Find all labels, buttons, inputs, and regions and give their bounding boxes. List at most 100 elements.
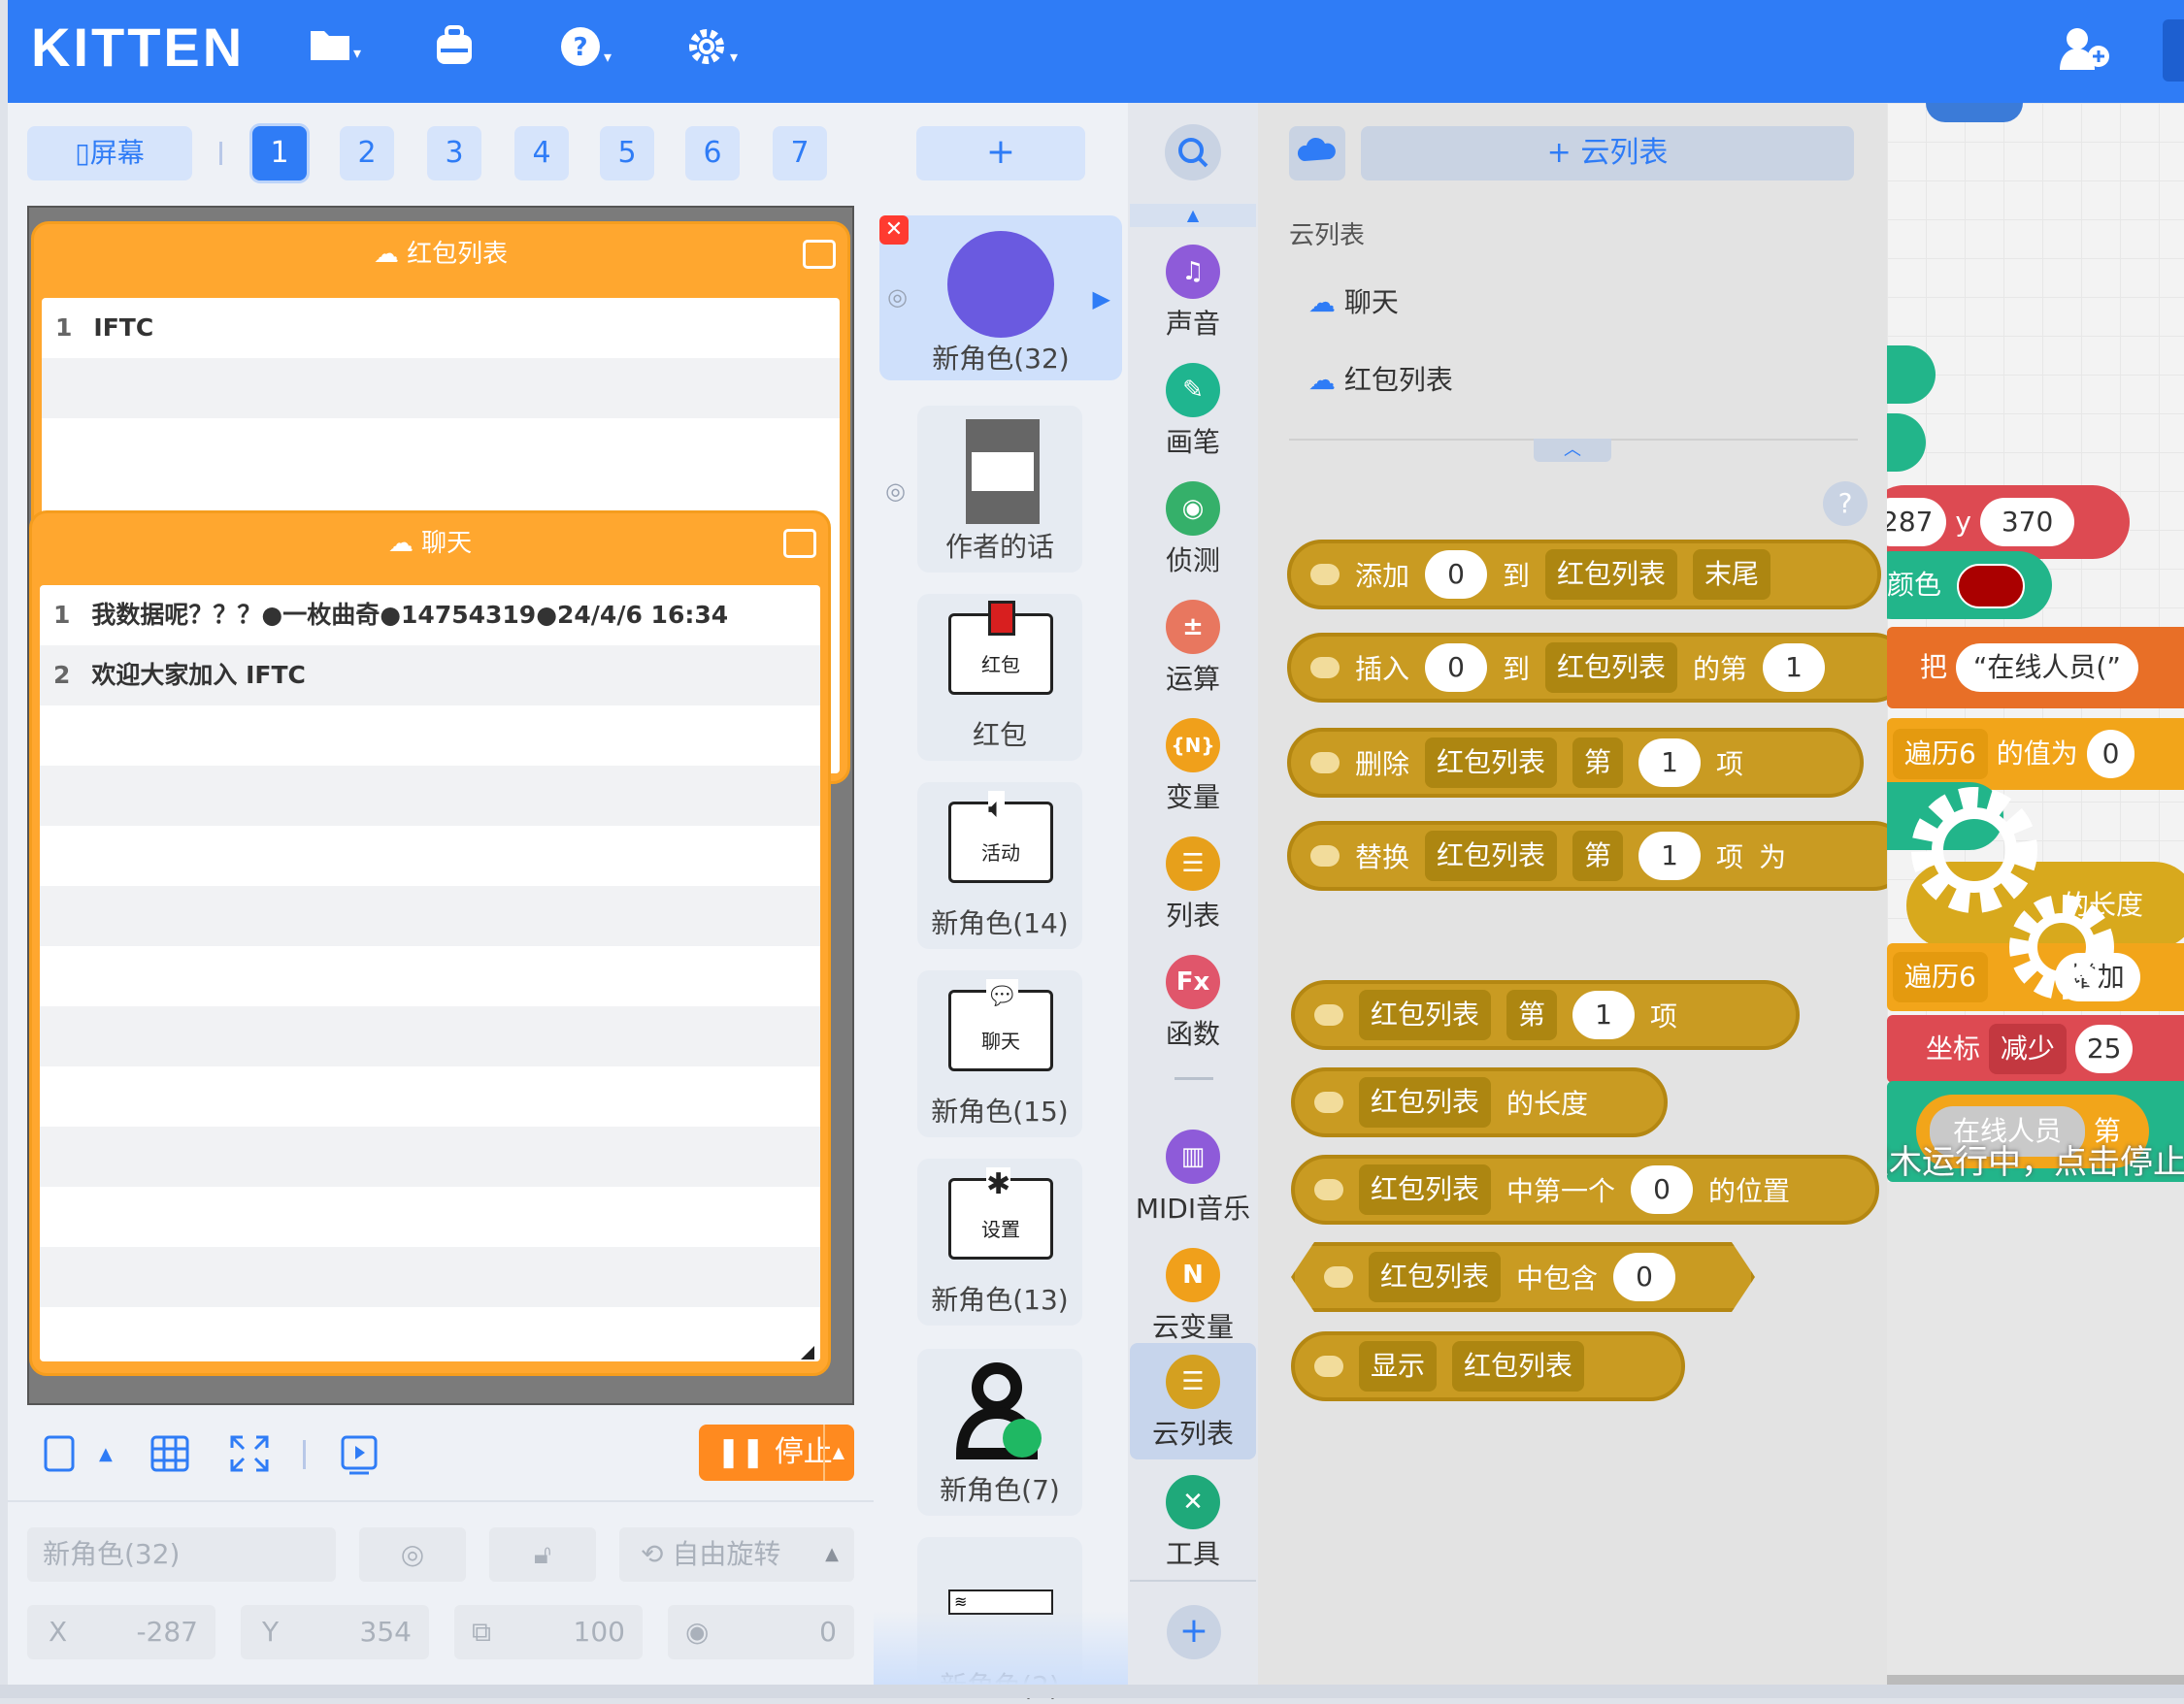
cloud-icon <box>1310 752 1340 773</box>
sprite-card[interactable]: 🔈︎ 活动 新角色(14) <box>917 782 1082 949</box>
piano-icon: ▥ <box>1166 1130 1220 1184</box>
category-sound[interactable]: ♫ 声音 <box>1130 233 1256 349</box>
cloud-icon <box>1314 1179 1343 1200</box>
stage-size-icon[interactable] <box>43 1434 76 1482</box>
code-block-loop[interactable]: 遍历6 的值为 0 <box>1887 718 2184 790</box>
direction-field[interactable]: ◉ 0 <box>668 1605 854 1659</box>
size-field[interactable]: ⧉ 100 <box>454 1605 643 1659</box>
sprite-thumbnail <box>947 231 1054 338</box>
code-block-coord[interactable]: 坐标 减少 25 <box>1887 1015 2184 1083</box>
caret-up-icon[interactable]: ▲ <box>99 1444 113 1464</box>
folder-menu-icon[interactable]: ▾ <box>309 25 361 79</box>
search-icon[interactable] <box>1165 124 1221 180</box>
category-operators[interactable]: ± 运算 <box>1130 588 1256 705</box>
category-cloud-lists[interactable]: ☰ 云列表 <box>1130 1343 1256 1459</box>
delete-sprite-icon[interactable]: ✕ <box>879 215 909 245</box>
rotation-mode-select[interactable]: ⟲ 自由旋转 ▲ <box>619 1527 854 1582</box>
list-monitor-header: ☁ 红包列表 <box>373 240 509 269</box>
block-delete-from-list[interactable]: 删除 红包列表第 1 项 <box>1287 728 1864 798</box>
category-lists[interactable]: ☰ 列表 <box>1130 825 1256 941</box>
screen-button[interactable]: ▯屏幕 <box>27 126 192 180</box>
y-field[interactable]: Y 354 <box>241 1605 429 1659</box>
add-sprite-button[interactable]: + <box>916 126 1085 180</box>
export-icon[interactable] <box>783 529 816 558</box>
category-tools[interactable]: ✕ 工具 <box>1130 1463 1256 1580</box>
category-sensing[interactable]: ◉ 侦测 <box>1130 470 1256 586</box>
block-list-contains[interactable]: 红包列表 中包含 0 <box>1291 1242 1755 1312</box>
block-list-length[interactable]: 红包列表 的长度 <box>1291 1067 1668 1137</box>
side-panel-toggle[interactable] <box>2163 19 2184 82</box>
list-item: 1 我数据呢？？？●一枚曲奇●14754319●24/4/6 16:34 <box>53 601 729 629</box>
app-logo: KITTEN <box>31 16 246 78</box>
cloud-list-red-packet[interactable]: ☁ 红包列表 <box>1308 359 1453 398</box>
sprite-card[interactable]: 💬︎ 聊天 新角色(15) <box>917 970 1082 1137</box>
color-swatch[interactable] <box>1957 564 2026 608</box>
block-show-list[interactable]: 显示 红包列表 <box>1291 1331 1685 1401</box>
page-tab-4[interactable]: 4 <box>514 126 569 180</box>
page-tab-5[interactable]: 5 <box>600 126 654 180</box>
eye-hidden-icon[interactable]: ◎ <box>885 477 906 505</box>
sprite-card[interactable]: 作者的话 <box>917 406 1082 573</box>
grid-icon[interactable] <box>149 1434 190 1482</box>
add-cloud-list-button[interactable]: + 云列表 <box>1361 126 1854 180</box>
page-tab-6[interactable]: 6 <box>685 126 740 180</box>
sprite-card[interactable]: 新角色(7) <box>917 1349 1082 1516</box>
chat-bubble-icon: 💬︎ <box>986 979 1019 1014</box>
music-note-icon: ♫ <box>1166 245 1220 299</box>
cloud-list-icon: ☁ <box>1308 364 1344 396</box>
eye-hidden-icon[interactable]: ◎ <box>887 283 908 311</box>
cloud-settings-icon[interactable] <box>1289 126 1345 180</box>
lock-toggle[interactable]: 🔓︎ <box>489 1527 596 1582</box>
cloud-list-chat[interactable]: ☁ 聊天 <box>1308 281 1399 320</box>
sprite-name-field[interactable]: 新角色(32) <box>27 1527 336 1582</box>
block-insert-into-list[interactable]: 插入 0 到红包列表 的第 1 <box>1287 633 1908 703</box>
category-functions[interactable]: Fx 函数 <box>1130 943 1256 1060</box>
code-block-set[interactable]: 把 “在线人员(” <box>1887 627 2184 708</box>
sprite-name: 新角色(14) <box>931 907 1069 939</box>
collapse-icon[interactable]: ︿ <box>1534 439 1611 462</box>
category-pen[interactable]: ✎ 画笔 <box>1130 351 1256 468</box>
list-monitor-header: ☁ 聊天 <box>387 529 473 558</box>
resize-handle[interactable] <box>801 1346 814 1360</box>
code-block[interactable] <box>1926 103 2023 122</box>
add-user-icon[interactable] <box>2058 25 2112 84</box>
code-block-color[interactable]: 颜色 <box>1887 551 2052 619</box>
chevron-right-icon[interactable]: ▶ <box>1093 285 1110 312</box>
code-canvas[interactable]: 287 y 370 颜色 把 “在线人员(” 遍历6 的值为 0 的长度 遍历6… <box>1887 103 2184 1685</box>
sprite-card[interactable]: 红包 红包 <box>917 594 1082 761</box>
page-tab-1[interactable]: 1 <box>252 126 307 180</box>
x-field[interactable]: X -287 <box>27 1605 215 1659</box>
sprite-card-selected[interactable]: ✕ ◎ ▶ 新角色(32) <box>879 215 1122 380</box>
fullscreen-icon[interactable] <box>229 1434 270 1482</box>
visibility-toggle[interactable]: ◎ <box>359 1527 466 1582</box>
help-icon[interactable]: ? <box>1823 481 1868 526</box>
block-list-item[interactable]: 红包列表第 1 项 <box>1291 980 1800 1050</box>
page-tab-3[interactable]: 3 <box>427 126 481 180</box>
stop-button[interactable]: ❚❚ 停止 ▲ <box>699 1425 854 1481</box>
running-hint[interactable]: 积木运行中，点击停止 <box>1887 1135 2184 1183</box>
block-add-to-list[interactable]: 添加 0 到红包列表 末尾 <box>1287 540 1881 609</box>
sprite-name: 新角色(32) <box>932 343 1070 375</box>
block-list-index-of[interactable]: 红包列表 中第一个 0 的位置 <box>1291 1155 1879 1225</box>
add-extension-button[interactable]: + <box>1167 1605 1221 1659</box>
settings-menu-icon[interactable]: ▾ <box>685 25 738 82</box>
play-preview-icon[interactable] <box>340 1434 379 1484</box>
export-icon[interactable] <box>803 240 836 269</box>
sprite-card[interactable]: ✱ 设置 新角色(13) <box>917 1159 1082 1326</box>
block-replace-in-list[interactable]: 替换 红包列表第 1 项为 <box>1287 821 1908 891</box>
help-menu-icon[interactable]: ? ▾ <box>559 25 612 82</box>
page-tab-7[interactable]: 7 <box>773 126 827 180</box>
page-tab-2[interactable]: 2 <box>340 126 394 180</box>
cloud-icon: ☁ <box>387 529 422 558</box>
list-monitor-chat[interactable]: ☁ 聊天 1 我数据呢？？？●一枚曲奇●14754319●24/4/6 16:34… <box>29 510 831 1376</box>
scroll-up-icon[interactable]: ▲ <box>1130 204 1256 227</box>
cloud-variable-icon: N <box>1166 1248 1220 1302</box>
cloud-icon <box>1314 1004 1343 1026</box>
scrollbar[interactable] <box>1887 1675 2184 1685</box>
category-variables[interactable]: {N} 变量 <box>1130 706 1256 823</box>
category-midi[interactable]: ▥ MIDI音乐 <box>1130 1118 1256 1234</box>
category-cloud-variables[interactable]: N 云变量 <box>1130 1236 1256 1353</box>
backpack-icon[interactable] <box>433 25 476 79</box>
code-block-position[interactable]: 287 y 370 <box>1887 485 2130 559</box>
caret-up-icon[interactable]: ▲ <box>822 1425 844 1481</box>
